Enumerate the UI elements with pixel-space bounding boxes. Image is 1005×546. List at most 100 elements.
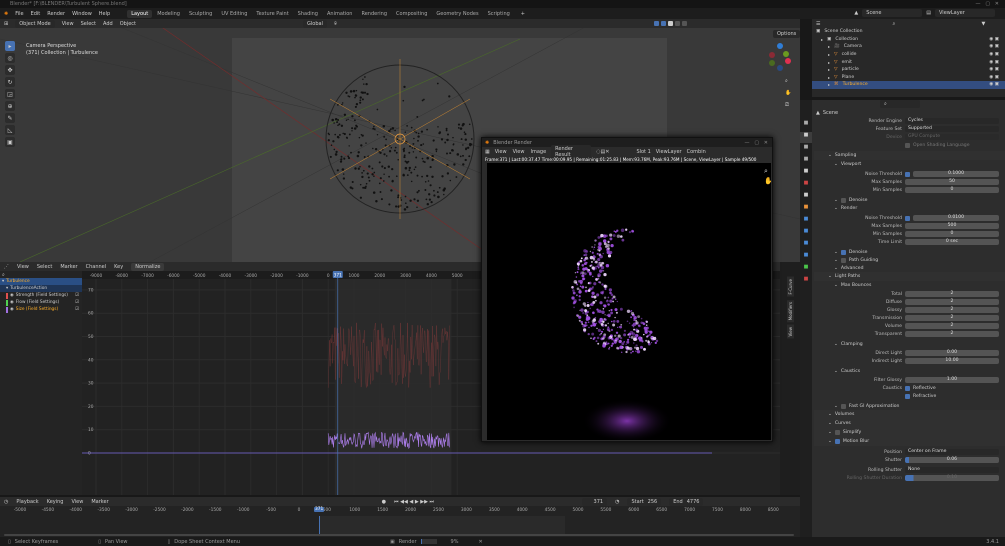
tab-modifier-icon[interactable]: ■ <box>800 216 812 227</box>
refractive-checkbox[interactable] <box>905 393 910 399</box>
playhead[interactable] <box>319 516 320 536</box>
expand-arrow-icon[interactable]: ▸ <box>828 67 830 72</box>
tab-constraints-icon[interactable]: ■ <box>800 252 812 263</box>
expand-arrow-icon[interactable]: ▸ <box>828 52 830 57</box>
panel-checkbox[interactable] <box>840 257 846 263</box>
visibility-eye-icon[interactable]: ◉ ▣ <box>989 67 999 72</box>
editor-type-icon[interactable]: ⊞ <box>4 21 8 27</box>
outliner-item-camera[interactable]: ▸ 🎥 Camera ◉ ▣ <box>812 43 1005 51</box>
panel-header[interactable]: ⌄ Caustics <box>814 367 1005 375</box>
property-field[interactable]: 2 <box>905 306 999 314</box>
transform-tool[interactable]: ⊕ <box>5 101 15 111</box>
expand-arrow-icon[interactable]: ▸ <box>828 75 830 80</box>
outliner-scene-collection[interactable]: ▣ Scene Collection <box>812 28 1005 36</box>
property-field[interactable]: Cycles <box>905 117 999 125</box>
tab-view-layer-icon[interactable]: ■ <box>800 156 812 167</box>
property-field[interactable]: GPU Compute <box>905 133 999 141</box>
outliner-item-collection[interactable]: ▸ ▣ Collection ◉ ▣ <box>812 36 1005 44</box>
graph-channel[interactable]: ◉ Flow (Field Settings) ☑ <box>0 299 82 306</box>
property-field[interactable]: 10.00 <box>905 357 999 365</box>
graph-menu-view[interactable]: View <box>17 264 29 270</box>
window-controls[interactable]: — ▢ ✕ <box>976 0 999 8</box>
tab-object-icon[interactable]: ■ <box>800 204 812 215</box>
panel-header[interactable]: ⌄ Volumes <box>814 410 1005 419</box>
action-icon[interactable]: ▾ <box>6 286 8 291</box>
property-field[interactable]: 0 <box>905 230 999 238</box>
visibility-eye-icon[interactable]: ◉ ▣ <box>989 82 999 87</box>
property-field[interactable]: 0.06 <box>905 456 999 464</box>
properties-search[interactable]: ⌕ <box>880 100 920 108</box>
pan-hand-icon[interactable]: ✋ <box>785 87 791 99</box>
panel-header[interactable]: ⌄ Viewport <box>814 160 1005 168</box>
timeline-menu-keying[interactable]: Keying <box>47 499 64 505</box>
visibility-eye-icon[interactable]: ◉ ▣ <box>989 37 999 42</box>
tab-physics-icon[interactable]: ■ <box>800 240 812 251</box>
property-field[interactable]: 2 <box>905 298 999 306</box>
graph-channel[interactable]: ▾ TurbulenceAction <box>0 285 82 292</box>
timeline-menu-view[interactable]: View <box>71 499 83 505</box>
outliner-item-collide[interactable]: ▸ ▽ collide ◉ ▣ <box>812 51 1005 59</box>
scene-selector[interactable]: Scene <box>862 9 923 17</box>
camera-view-icon[interactable]: ⎚ <box>785 99 791 111</box>
channel-lock-icon[interactable]: ☑ <box>75 300 79 305</box>
editor-type-icon[interactable]: ▦ <box>485 149 490 155</box>
cancel-render-button[interactable]: ✕ <box>478 539 482 545</box>
render-menu-image[interactable]: Image <box>530 149 546 155</box>
workspace-tab-animation[interactable]: Animation <box>323 10 357 18</box>
viewport-menu-add[interactable]: Add <box>103 21 113 27</box>
panel-header[interactable]: ⌄ Sampling <box>814 151 1005 160</box>
property-field[interactable]: 0 <box>905 186 999 194</box>
graph-channel[interactable]: ◉ Size (Field Settings) ☑ <box>0 306 82 313</box>
navigation-gizmo[interactable] <box>766 41 796 71</box>
render-window-controls[interactable]: — ▢ ✕ <box>745 140 768 146</box>
timeline-ruler[interactable]: -5000 -4500 -4000 -3500 -3000 -2500 -2000 -1500… <box>0 507 800 516</box>
property-field[interactable]: 2 <box>905 314 999 322</box>
record-button[interactable]: ● <box>382 499 386 505</box>
timeline-current-frame[interactable]: 371 <box>314 507 325 512</box>
tab-collection-icon[interactable]: ■ <box>800 192 812 203</box>
channel-lock-icon[interactable]: ☑ <box>75 307 79 312</box>
graph-menu-marker[interactable]: Marker <box>60 264 77 270</box>
panel-header[interactable]: ⌄ Max Bounces <box>814 281 1005 289</box>
current-frame-field[interactable]: 371 <box>582 497 608 506</box>
expand-arrow-icon[interactable]: ▸ <box>828 82 830 87</box>
workspace-tab-layout[interactable]: Layout <box>127 9 153 18</box>
graph-channel[interactable]: ◉ Strength (Field Settings) ☑ <box>0 292 82 299</box>
menu-render[interactable]: Render <box>47 11 65 17</box>
select-box-tool[interactable]: ▸ <box>5 41 15 51</box>
graph-channel[interactable]: ▾ Turbulence <box>0 278 82 285</box>
start-frame-field[interactable]: Start 256 <box>627 497 662 506</box>
sidebar-tab-view[interactable]: View <box>786 324 794 339</box>
image-browse-icons[interactable]: ◌▤✕ <box>596 149 609 155</box>
rotate-tool[interactable]: ↻ <box>5 77 15 87</box>
viewport-menu-select[interactable]: Select <box>81 21 96 27</box>
reflective-checkbox[interactable] <box>905 385 910 391</box>
property-field[interactable]: 50 <box>905 178 999 186</box>
viewlayer-selector[interactable]: ViewLayer <box>935 9 995 17</box>
panel-header[interactable]: ⌄ Simplify <box>814 428 1005 437</box>
menu-edit[interactable]: Edit <box>31 11 41 17</box>
eye-icon[interactable]: ◉ <box>10 307 14 312</box>
property-field[interactable]: 0 sec <box>905 238 999 246</box>
tab-particles-icon[interactable]: ■ <box>800 228 812 239</box>
workspace-tab-sculpting[interactable]: Sculpting <box>185 10 216 18</box>
property-field[interactable]: 500 <box>905 222 999 230</box>
property-field[interactable]: 0.1000 <box>913 170 999 178</box>
panel-header[interactable]: ⌄ Path Guiding <box>814 256 1005 264</box>
outliner-item-turbulence[interactable]: ▸ ⌘ Turbulence ◉ ▣ <box>812 81 1005 89</box>
property-field[interactable]: 1.00 <box>905 376 999 384</box>
pass-selector[interactable]: Combin <box>687 149 706 155</box>
workspace-tab-scripting[interactable]: Scripting <box>484 10 514 18</box>
scale-tool[interactable]: ◲ <box>5 89 15 99</box>
outliner-item-plane[interactable]: ▸ ▽ Plane ◉ ▣ <box>812 74 1005 82</box>
editor-type-icon[interactable]: ◷ <box>4 499 8 505</box>
tab-world-icon[interactable]: ■ <box>800 180 812 191</box>
tab-tool-icon[interactable]: ■ <box>800 120 812 131</box>
workspace-tab-texture-paint[interactable]: Texture Paint <box>252 10 292 18</box>
layer-selector[interactable]: ViewLayer <box>656 149 682 155</box>
tab-texture-icon[interactable]: ■ <box>800 276 812 287</box>
shading-modes[interactable] <box>653 21 687 26</box>
render-menu-view[interactable]: View <box>495 149 507 155</box>
annotate-tool[interactable]: ✎ <box>5 113 15 123</box>
outliner-search[interactable]: ⌕ <box>888 19 934 28</box>
